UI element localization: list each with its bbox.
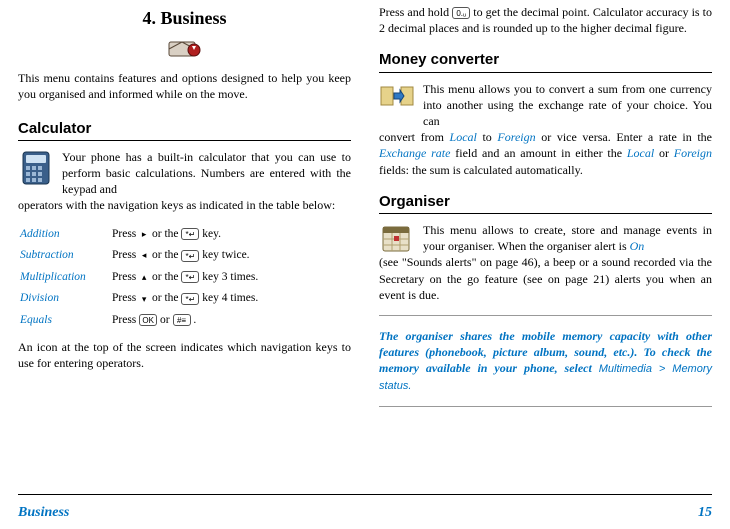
row-subtraction: Subtraction Press ◂ or the *↵ key twice.: [18, 245, 351, 267]
money-paragraph: This menu allows you to convert a sum fr…: [379, 81, 712, 130]
organiser-paragraph: This menu allows to create, store and ma…: [379, 222, 712, 254]
op-name: Addition: [18, 224, 110, 246]
divider: [379, 406, 712, 407]
heading-calculator: Calculator: [18, 119, 351, 141]
divider: [379, 315, 712, 316]
chapter-title: 4. Business: [18, 6, 351, 30]
calculator-footer-text: An icon at the top of the screen indicat…: [18, 339, 351, 371]
operations-table: Addition Press ▸ or the *↵ key. Subtract…: [18, 224, 351, 332]
star-key-icon: *↵: [181, 271, 199, 283]
calculator-icon: [18, 149, 54, 198]
op-desc: Press ▸ or the *↵ key.: [110, 224, 351, 246]
calculator-text-cont: operators with the navigation keys as in…: [18, 197, 351, 213]
intro-text: This menu contains features and options …: [18, 70, 351, 102]
op-desc: Press ◂ or the *↵ key twice.: [110, 245, 351, 267]
footer-rule: [18, 494, 712, 495]
star-key-icon: *↵: [181, 228, 199, 240]
op-desc: Press ▴ or the *↵ key 3 times.: [110, 267, 351, 289]
organiser-icon: [379, 222, 415, 254]
star-key-icon: *↵: [181, 293, 199, 305]
op-name: Division: [18, 288, 110, 310]
money-text-cont: convert from Local to Foreign or vice ve…: [379, 129, 712, 178]
decimal-paragraph: Press and hold 0.ᵤ to get the decimal po…: [379, 4, 712, 36]
footer-page-number: 15: [698, 504, 712, 523]
row-division: Division Press ▾ or the *↵ key 4 times.: [18, 288, 351, 310]
op-desc: Press ▾ or the *↵ key 4 times.: [110, 288, 351, 310]
arrow-up-icon: ▴: [139, 271, 149, 283]
hash-key-icon: #≡: [173, 314, 191, 326]
calculator-text-start: Your phone has a built-in calculator tha…: [62, 149, 351, 198]
op-name: Subtraction: [18, 245, 110, 267]
arrow-down-icon: ▾: [139, 293, 149, 305]
heading-organiser: Organiser: [379, 192, 712, 214]
right-column: Press and hold 0.ᵤ to get the decimal po…: [379, 4, 712, 490]
business-icon: [18, 36, 351, 62]
row-addition: Addition Press ▸ or the *↵ key.: [18, 224, 351, 246]
footer: Business 15: [18, 504, 712, 523]
arrow-left-icon: ◂: [139, 249, 149, 261]
calculator-paragraph: Your phone has a built-in calculator tha…: [18, 149, 351, 198]
star-key-icon: *↵: [181, 250, 199, 262]
heading-money-converter: Money converter: [379, 50, 712, 72]
op-name: Equals: [18, 310, 110, 332]
footer-section: Business: [18, 504, 69, 523]
zero-key-icon: 0.ᵤ: [452, 7, 470, 19]
ok-key-icon: OK: [139, 314, 157, 326]
left-column: 4. Business This menu contains features …: [18, 4, 351, 490]
organiser-text-start: This menu allows to create, store and ma…: [423, 222, 712, 254]
page: 4. Business This menu contains features …: [0, 0, 730, 529]
organiser-text-cont: (see "Sounds alerts" on page 46), a beep…: [379, 254, 712, 303]
money-text-start: This menu allows you to convert a sum fr…: [423, 81, 712, 130]
row-multiplication: Multiplication Press ▴ or the *↵ key 3 t…: [18, 267, 351, 289]
op-name: Multiplication: [18, 267, 110, 289]
op-desc: Press OK or #≡ .: [110, 310, 351, 332]
arrow-right-icon: ▸: [139, 228, 149, 240]
money-converter-icon: [379, 81, 415, 130]
organiser-note: The organiser shares the mobile memory c…: [379, 328, 712, 394]
row-equals: Equals Press OK or #≡ .: [18, 310, 351, 332]
columns: 4. Business This menu contains features …: [18, 0, 712, 490]
